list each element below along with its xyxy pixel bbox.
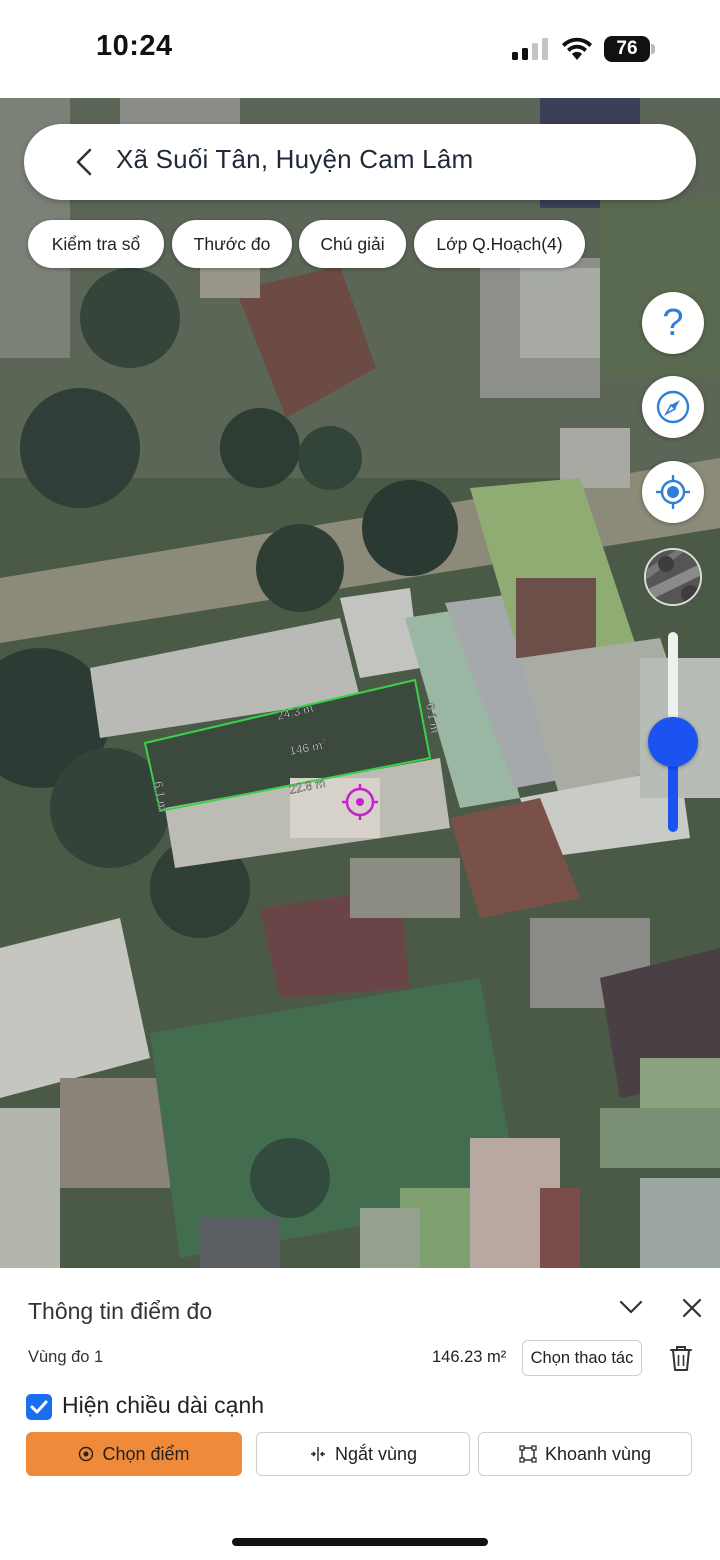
zoom-slider-handle[interactable] <box>648 717 698 767</box>
enclose-region-label: Khoanh vùng <box>544 1443 652 1464</box>
map-layer-toggle[interactable] <box>644 548 702 606</box>
home-indicator <box>232 1538 488 1546</box>
sheet-title: Thông tin điểm đo <box>28 1298 213 1324</box>
edge-length-bottom: 22.8 m <box>288 776 327 797</box>
region-area-value: 146.23 m² <box>432 1348 507 1366</box>
wifi-icon <box>562 37 592 60</box>
satellite-map[interactable]: 24.3 m 6.1 m 22.8 m 6.1 m 146 m2 <box>0 98 720 1268</box>
chip-legend[interactable]: Chú giải <box>299 220 406 268</box>
checkmark-icon <box>30 1400 48 1414</box>
region-label: Vùng đo 1 <box>28 1348 104 1366</box>
location-title: Xã Suối Tân, Huyện Cam Lâm <box>116 144 474 174</box>
crosshair-location-icon <box>656 475 690 509</box>
region-select-icon <box>519 1445 537 1463</box>
trash-icon[interactable] <box>668 1344 694 1372</box>
measure-point-marker[interactable] <box>342 784 378 820</box>
area-label: 146 m2 <box>288 737 328 758</box>
help-button[interactable]: ? <box>642 292 704 354</box>
compass-button[interactable] <box>642 376 704 438</box>
status-bar: 10:24 76 <box>0 0 720 98</box>
measurement-info-sheet: Thông tin điểm đo Vùng đo 1 146.23 m² Ch… <box>0 1268 720 1560</box>
enclose-region-button[interactable]: Khoanh vùng <box>478 1432 692 1476</box>
break-region-button[interactable]: Ngắt vùng <box>256 1432 470 1476</box>
edge-length-right: 6.1 m <box>423 702 442 734</box>
status-time: 10:24 <box>96 30 173 62</box>
battery-level: 76 <box>616 38 638 59</box>
back-arrow-icon[interactable] <box>70 146 100 178</box>
chip-planning-layers[interactable]: Lớp Q.Hoạch(4) <box>414 220 585 268</box>
signal-icon <box>512 38 548 60</box>
compass-icon <box>656 390 690 424</box>
close-icon[interactable] <box>680 1296 704 1320</box>
my-location-button[interactable] <box>642 461 704 523</box>
show-edge-length-label[interactable]: Hiện chiều dài cạnh <box>62 1392 264 1419</box>
split-icon <box>310 1447 325 1461</box>
break-region-label: Ngắt vùng <box>334 1443 418 1464</box>
choose-point-button[interactable]: Chọn điểm <box>26 1432 242 1476</box>
battery-indicator: 76 <box>604 36 655 62</box>
choose-point-label: Chọn điểm <box>102 1443 190 1464</box>
question-icon: ? <box>662 301 684 344</box>
edge-length-left: 6.1 m <box>151 780 170 812</box>
chevron-down-icon[interactable] <box>618 1298 644 1316</box>
chip-ruler[interactable]: Thước đo <box>172 220 292 268</box>
location-search-bar[interactable]: Xã Suối Tân, Huyện Cam Lâm <box>24 124 696 200</box>
target-point-icon <box>79 1446 94 1462</box>
choose-action-button[interactable]: Chọn thao tác <box>522 1340 642 1376</box>
edge-length-top: 24.3 m <box>276 701 315 723</box>
measurement-overlay: 24.3 m 6.1 m 22.8 m 6.1 m 146 m2 <box>143 678 442 820</box>
chip-check-certificate[interactable]: Kiểm tra sổ <box>28 220 164 268</box>
show-edge-length-checkbox[interactable] <box>26 1394 52 1420</box>
